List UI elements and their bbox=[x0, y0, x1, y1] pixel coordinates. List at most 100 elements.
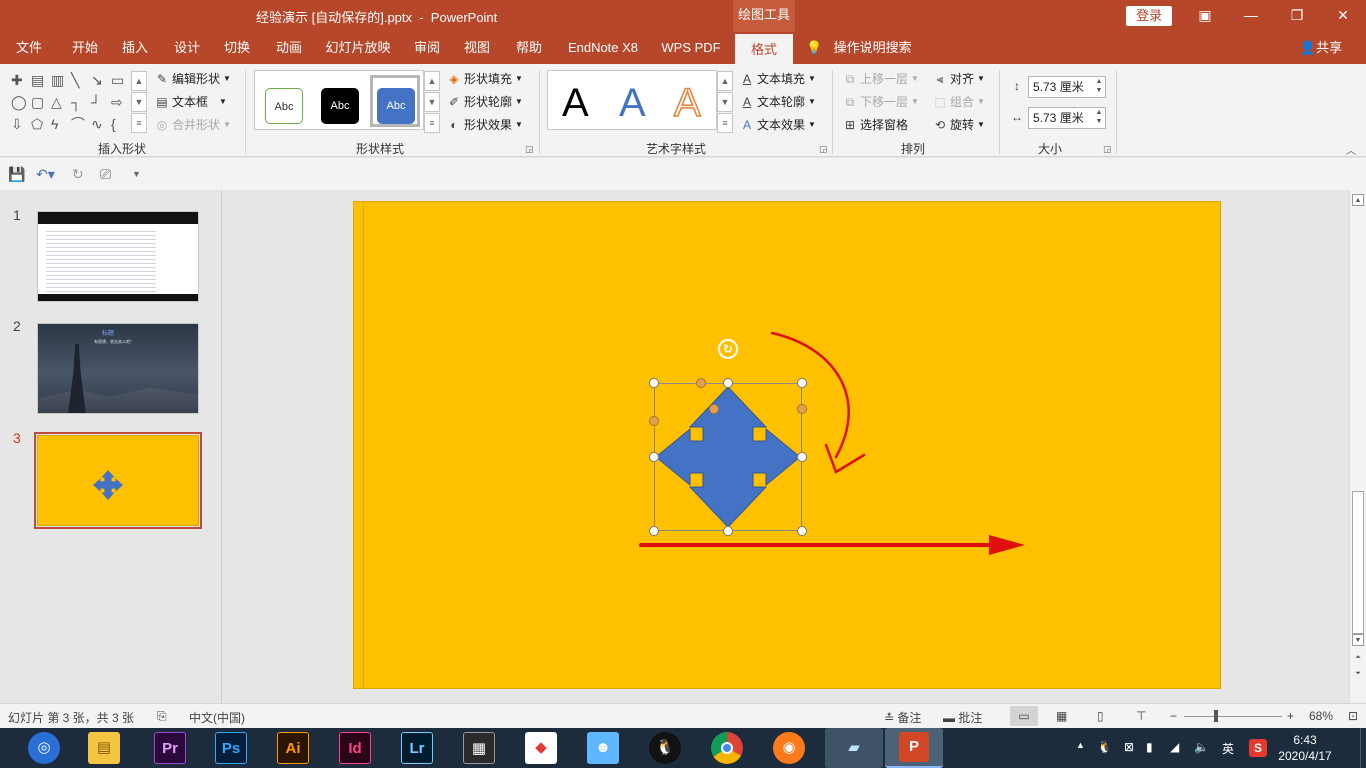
adjust-handle-3[interactable] bbox=[649, 416, 659, 426]
browser-app-icon[interactable]: ◎ bbox=[28, 732, 60, 764]
shape-width-input[interactable]: 5.73 厘米 ▲ ▼ bbox=[1028, 107, 1106, 129]
login-button[interactable]: 登录 bbox=[1126, 6, 1172, 26]
wordart-gallery[interactable]: A A A bbox=[547, 70, 717, 130]
tab-help[interactable]: 帮助 bbox=[506, 32, 552, 64]
previous-slide-icon[interactable]: ⏶ bbox=[1352, 652, 1364, 664]
shape-effects-button[interactable]: ◐ 形状效果 ▼ bbox=[447, 116, 523, 133]
line-shape-icon[interactable]: ╲ bbox=[71, 73, 79, 87]
tab-endnote[interactable]: EndNote X8 bbox=[560, 32, 646, 64]
powerpoint-app-icon[interactable]: P bbox=[885, 728, 943, 768]
dialog-launcher-icon[interactable]: ◲ bbox=[525, 144, 534, 155]
slide-thumbnail-1[interactable] bbox=[37, 211, 199, 302]
zoom-slider-track[interactable] bbox=[1184, 716, 1282, 717]
tab-review[interactable]: 审阅 bbox=[404, 32, 450, 64]
shape-height-input[interactable]: 5.73 厘米 ▲ ▼ bbox=[1028, 76, 1106, 98]
gallery-more-icon[interactable]: ≡ bbox=[424, 113, 440, 133]
premiere-app-icon[interactable]: Pr bbox=[154, 732, 186, 764]
slide-sorter-icon[interactable]: ▦ bbox=[1056, 709, 1067, 723]
tab-wps-pdf[interactable]: WPS PDF bbox=[656, 32, 726, 64]
resize-handle-e[interactable] bbox=[797, 452, 807, 462]
oval-shape-icon[interactable]: ◯ bbox=[11, 95, 27, 109]
photoshop-app-icon[interactable]: Ps bbox=[215, 732, 247, 764]
tab-design[interactable]: 设计 bbox=[164, 32, 210, 64]
rotate-button[interactable]: ⟲ 旋转 ▼ bbox=[933, 116, 985, 133]
tab-file[interactable]: 文件 bbox=[6, 32, 52, 64]
indesign-app-icon[interactable]: Id bbox=[339, 732, 371, 764]
resize-handle-nw[interactable] bbox=[649, 378, 659, 388]
resize-handle-se[interactable] bbox=[797, 526, 807, 536]
volume-icon[interactable]: 🔈 bbox=[1194, 740, 1209, 754]
share-button[interactable]: 👤共享 bbox=[1296, 32, 1346, 64]
redo-icon[interactable]: ↻ bbox=[72, 166, 84, 183]
resize-handle-sw[interactable] bbox=[649, 526, 659, 536]
file-explorer-icon[interactable]: ▤ bbox=[88, 732, 120, 764]
curve-shape-icon[interactable]: ∿ bbox=[91, 117, 103, 131]
network-disconnected-icon[interactable]: ⊠ bbox=[1124, 740, 1134, 754]
zoom-slider-thumb[interactable] bbox=[1214, 710, 1218, 722]
present-from-start-icon[interactable]: ⎚ bbox=[100, 166, 111, 183]
show-hidden-icons-icon[interactable]: ▲ bbox=[1076, 740, 1085, 750]
current-slide-canvas[interactable]: ↻ bbox=[353, 201, 1221, 689]
ribbon-display-options-icon[interactable]: ▣ bbox=[1182, 0, 1228, 32]
qq-app-icon[interactable]: 🐧 bbox=[649, 732, 681, 764]
selected-shape-container[interactable]: ↻ bbox=[649, 339, 807, 536]
text-fill-button[interactable]: A 文本填充 ▼ bbox=[740, 70, 816, 87]
scroll-up-icon[interactable]: ▲ bbox=[1352, 194, 1364, 206]
fit-to-window-icon[interactable]: ⊡ bbox=[1348, 709, 1358, 723]
cartoon-app-icon[interactable]: ☻ bbox=[587, 732, 619, 764]
brace-shape-icon[interactable]: { bbox=[111, 117, 116, 131]
tell-me-search[interactable]: 💡 操作说明搜索 bbox=[806, 32, 926, 64]
reading-view-icon[interactable]: ▯ bbox=[1097, 709, 1104, 723]
normal-view-icon[interactable]: ▭ bbox=[1010, 706, 1038, 726]
tab-transitions[interactable]: 切换 bbox=[214, 32, 260, 64]
resize-handle-ne[interactable] bbox=[797, 378, 807, 388]
text-outline-button[interactable]: A 文本轮廓 ▼ bbox=[740, 93, 816, 110]
text-effects-button[interactable]: A 文本效果 ▼ bbox=[740, 116, 816, 133]
tab-home[interactable]: 开始 bbox=[62, 32, 108, 64]
tab-view[interactable]: 视图 bbox=[454, 32, 500, 64]
resize-handle-n[interactable] bbox=[723, 378, 733, 388]
adjust-handle-1[interactable] bbox=[696, 378, 706, 388]
gallery-more-icon[interactable]: ≡ bbox=[131, 113, 147, 133]
height-spinner[interactable]: ▲ ▼ bbox=[1093, 77, 1105, 97]
pentagon-shape-icon[interactable]: ⬠ bbox=[31, 117, 43, 131]
rectangle-shape-icon[interactable]: ▭ bbox=[111, 73, 124, 87]
vertical-textbox-icon[interactable]: ▥ bbox=[51, 73, 64, 87]
shape-outline-button[interactable]: ✐ 形状轮廓 ▼ bbox=[447, 93, 523, 110]
rounded-rect-icon[interactable]: ▢ bbox=[31, 95, 44, 109]
zoom-in-icon[interactable]: + bbox=[1287, 709, 1294, 723]
slideshow-view-icon[interactable]: ⊤ bbox=[1136, 709, 1146, 723]
scroll-down-icon[interactable]: ▼ bbox=[1352, 634, 1364, 646]
textbox-shape-icon[interactable]: ▤ bbox=[31, 73, 44, 87]
shapes-gallery[interactable]: ✚ ▤ ▥ ╲ ↘ ▭ ◯ ▢ △ ┐ ┘ ⇨ ⇩ ⬠ ϟ ⌒ ∿ { bbox=[9, 71, 149, 135]
triangle-shape-icon[interactable]: △ bbox=[51, 95, 62, 109]
chrome-app-icon[interactable] bbox=[711, 732, 743, 764]
collapse-ribbon-icon[interactable]: ︿ bbox=[1346, 142, 1356, 157]
wordart-sample-black[interactable]: A bbox=[562, 83, 589, 123]
edit-shape-button[interactable]: ✎ 编辑形状 ▼ bbox=[155, 70, 231, 87]
shapes-gallery-scroll[interactable]: ▲ ▼ ≡ bbox=[131, 71, 147, 134]
wordart-sample-blue[interactable]: A bbox=[619, 83, 646, 123]
style-swatch-blue[interactable]: Abc bbox=[377, 88, 415, 124]
slide-thumbnail-3[interactable] bbox=[37, 435, 199, 526]
adjust-handle-4[interactable] bbox=[709, 404, 719, 414]
shape-fill-button[interactable]: ◈ 形状填充 ▼ bbox=[447, 70, 523, 87]
restore-icon[interactable]: ❐ bbox=[1274, 0, 1320, 32]
zoom-out-icon[interactable]: − bbox=[1170, 709, 1177, 723]
zoom-level[interactable]: 68% bbox=[1309, 709, 1333, 723]
group-button[interactable]: ⬚ 组合 ▼ bbox=[933, 93, 985, 110]
bring-forward-button[interactable]: ⧉ 上移一层 ▼ bbox=[843, 70, 919, 87]
tab-animations[interactable]: 动画 bbox=[266, 32, 312, 64]
notes-app-icon[interactable]: ▰ bbox=[825, 728, 883, 768]
comments-button[interactable]: ▬ 批注 bbox=[943, 709, 982, 726]
colorful-app-icon[interactable]: ◆ bbox=[525, 732, 557, 764]
rotate-handle-icon[interactable]: ↻ bbox=[718, 339, 738, 359]
elbow-connector-icon[interactable]: ┐ bbox=[71, 95, 81, 109]
customize-qat-icon[interactable]: ▼ bbox=[132, 169, 141, 179]
tab-slideshow[interactable]: 幻灯片放映 bbox=[320, 32, 396, 64]
cross-shape-icon[interactable]: ✚ bbox=[11, 73, 23, 87]
send-backward-button[interactable]: ⧉ 下移一层 ▼ bbox=[843, 93, 919, 110]
next-slide-icon[interactable]: ⏷ bbox=[1352, 668, 1364, 680]
vertical-scrollbar[interactable]: ▲ ▼ ⏶ ⏷ bbox=[1349, 190, 1366, 703]
dialog-launcher-icon[interactable]: ◲ bbox=[819, 144, 828, 155]
